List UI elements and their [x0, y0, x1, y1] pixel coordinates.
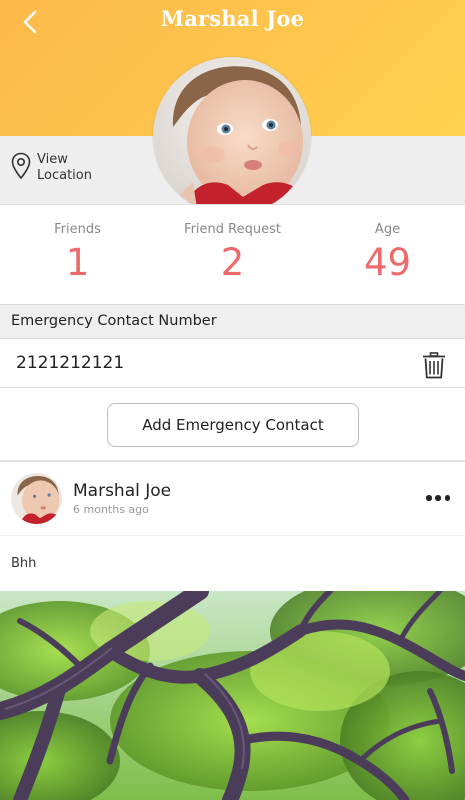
view-location-line1: View	[37, 152, 68, 167]
friend-request-count: 2	[220, 241, 245, 284]
friend-request-stat[interactable]: Friend Request 2	[155, 205, 310, 285]
post-timestamp: 6 months ago	[73, 503, 149, 516]
map-pin-icon	[11, 152, 31, 180]
friends-stat[interactable]: Friends 1	[0, 205, 155, 285]
friend-request-label: Friend Request	[184, 222, 281, 237]
baby-photo	[153, 57, 311, 215]
post-image[interactable]	[0, 591, 465, 800]
profile-avatar[interactable]	[153, 57, 311, 215]
friends-count: 1	[65, 241, 90, 284]
post-options-button[interactable]	[424, 488, 452, 508]
stats-section: Friends 1 Friend Request 2 Age 49	[0, 204, 465, 304]
more-horizontal-icon	[426, 495, 432, 501]
age-value: 49	[363, 241, 412, 284]
post-separator	[0, 535, 465, 536]
page-title: Marshal Joe	[160, 6, 305, 31]
post-text: Bhh	[11, 556, 37, 571]
section-divider	[0, 460, 465, 462]
trash-icon	[423, 352, 445, 379]
view-location-line2: Location	[37, 168, 92, 183]
view-location-button[interactable]: View Location	[11, 152, 92, 184]
post-author-name[interactable]: Marshal Joe	[73, 481, 171, 501]
age-stat: Age 49	[310, 205, 465, 285]
post-author-avatar[interactable]	[11, 473, 62, 524]
emergency-contact-row: 2121212121	[0, 339, 465, 388]
emergency-contact-number: 2121212121	[16, 353, 125, 373]
add-emergency-contact-button[interactable]: Add Emergency Contact	[107, 403, 359, 447]
tree-photo	[0, 591, 465, 800]
friends-label: Friends	[54, 222, 101, 237]
age-label: Age	[374, 222, 401, 237]
emergency-section-title: Emergency Contact Number	[0, 304, 465, 339]
delete-contact-button[interactable]	[422, 352, 446, 379]
baby-photo-small	[11, 473, 62, 524]
